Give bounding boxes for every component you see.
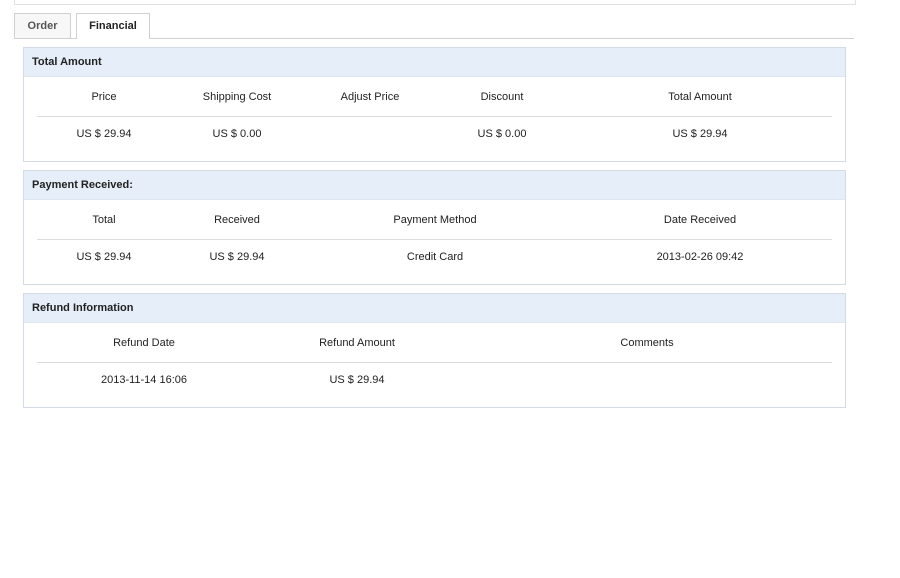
tab-financial[interactable]: Financial bbox=[76, 13, 150, 39]
adjust-price-value bbox=[320, 116, 420, 152]
panel-title: Payment Received: bbox=[24, 171, 845, 200]
tab-order[interactable]: Order bbox=[14, 13, 71, 38]
price-value: US $ 29.94 bbox=[76, 128, 132, 140]
panel-title: Refund Information bbox=[24, 294, 845, 323]
panel-title: Total Amount bbox=[24, 48, 845, 77]
table-row: 2013-11-14 16:06 US $ 29.94 bbox=[24, 362, 845, 398]
column-header-received: Received bbox=[214, 214, 260, 226]
column-header-total: Total bbox=[92, 214, 116, 226]
table-header-row: Total Received Payment Method Date Recei… bbox=[24, 202, 845, 238]
column-header-refund-amount: Refund Amount bbox=[319, 337, 395, 349]
tab-bar: Order Financial bbox=[14, 13, 854, 39]
table-row: US $ 29.94 US $ 29.94 Credit Card 2013-0… bbox=[24, 239, 845, 275]
column-header-payment-method: Payment Method bbox=[393, 214, 477, 226]
table-header-row: Price Shipping Cost Adjust Price Discoun… bbox=[24, 79, 845, 115]
column-header-comments: Comments bbox=[620, 337, 674, 349]
comments-value bbox=[587, 362, 707, 398]
total-amount-value: US $ 29.94 bbox=[672, 128, 728, 140]
refund-information-panel: Refund Information Refund Date Refund Am… bbox=[23, 293, 846, 408]
column-header-shipping-cost: Shipping Cost bbox=[202, 91, 272, 103]
column-header-price: Price bbox=[91, 91, 117, 103]
discount-value: US $ 0.00 bbox=[477, 128, 527, 140]
shipping-cost-value: US $ 0.00 bbox=[212, 128, 262, 140]
payment-method-value: Credit Card bbox=[406, 251, 464, 263]
received-value: US $ 29.94 bbox=[209, 251, 265, 263]
table-row: US $ 29.94 US $ 0.00 US $ 0.00 US $ 29.9… bbox=[24, 116, 845, 152]
date-received-value: 2013-02-26 09:42 bbox=[656, 251, 744, 263]
payment-received-panel: Payment Received: Total Received Payment… bbox=[23, 170, 846, 285]
total-amount-panel: Total Amount Price Shipping Cost Adjust … bbox=[23, 47, 846, 162]
column-header-total-amount: Total Amount bbox=[668, 91, 732, 103]
table-header-row: Refund Date Refund Amount Comments bbox=[24, 325, 845, 361]
refund-date-value: 2013-11-14 16:06 bbox=[100, 374, 188, 386]
column-header-adjust-price: Adjust Price bbox=[340, 91, 400, 103]
column-header-date-received: Date Received bbox=[663, 214, 737, 226]
column-header-refund-date: Refund Date bbox=[113, 337, 175, 349]
top-container-edge bbox=[14, 0, 856, 5]
refund-amount-value: US $ 29.94 bbox=[329, 374, 385, 386]
total-value: US $ 29.94 bbox=[76, 251, 132, 263]
column-header-discount: Discount bbox=[480, 91, 524, 103]
